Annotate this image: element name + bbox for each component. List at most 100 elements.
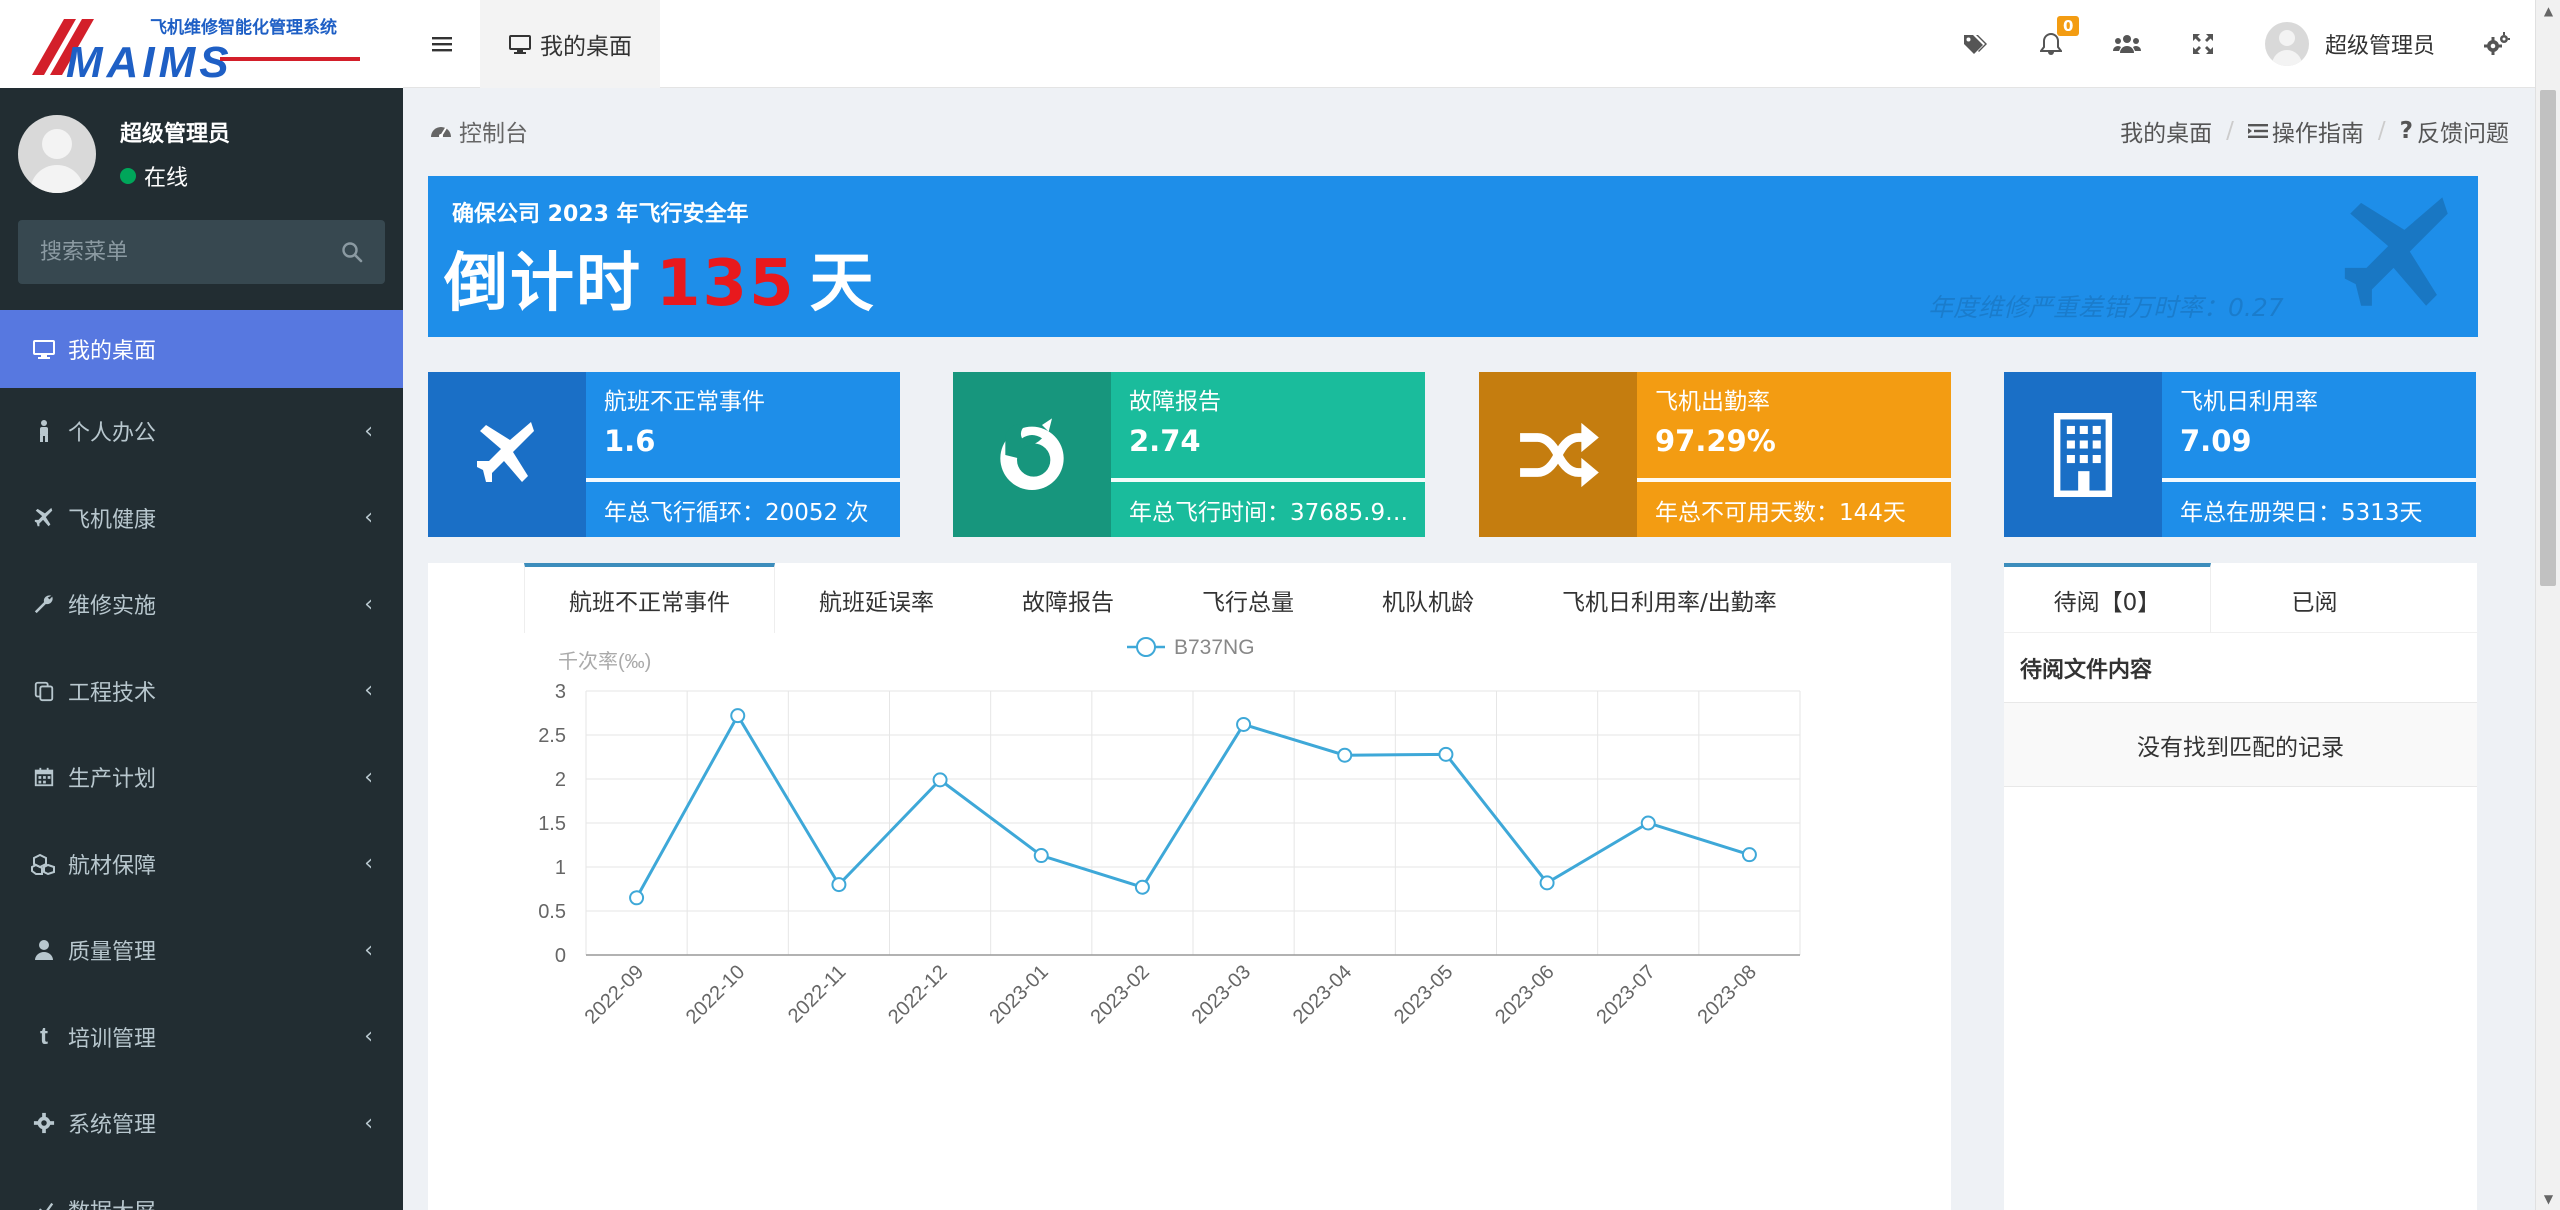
y-tick-label: 1 — [555, 857, 566, 879]
x-tick-label: 2022-11 — [784, 961, 850, 1027]
user-name: 超级管理员 — [120, 122, 231, 147]
user-status-label: 在线 — [144, 166, 189, 191]
breadcrumb-item-desktop[interactable]: 我的桌面 — [2120, 114, 2212, 148]
breadcrumb-item-guide[interactable]: 操作指南 — [2247, 114, 2364, 148]
sidebar-item-label: 航材保障 — [68, 853, 157, 879]
sidebar-item-data-screen[interactable]: 数据大屏 — [0, 1167, 403, 1210]
chevron-left-icon: ‹ — [364, 851, 373, 877]
breadcrumb-separator: / — [2226, 118, 2234, 144]
breadcrumb-item-feedback[interactable]: ? 反馈问题 — [2400, 114, 2509, 148]
breadcrumb: 我的桌面 / 操作指南 / ? 反馈问题 — [2120, 114, 2509, 148]
y-tick-label: 2.5 — [538, 725, 566, 747]
sidebar-item-maintenance[interactable]: 维修实施 ‹ — [0, 561, 403, 648]
person-icon — [30, 417, 58, 445]
countdown-days: 135 — [656, 247, 796, 321]
x-tick-label: 2023-04 — [1289, 961, 1356, 1028]
tags-button[interactable] — [1937, 0, 2013, 88]
hamburger-icon — [431, 36, 452, 51]
x-tick-label: 2022-10 — [682, 961, 749, 1028]
fullscreen-button[interactable] — [2165, 0, 2241, 88]
search-input[interactable] — [40, 239, 320, 265]
sidebar-item-system[interactable]: 系统管理 ‹ — [0, 1080, 403, 1167]
settings-button[interactable] — [2459, 0, 2535, 88]
top-navbar: 我的桌面 0 超级管理员 — [403, 0, 2535, 88]
stat-card-utilization[interactable]: 飞机日利用率 7.09 年总在册架日：5313天 — [2004, 372, 2476, 537]
tab-fleet-age[interactable]: 机队机龄 — [1338, 563, 1518, 633]
tab-utilization-attendance[interactable]: 飞机日利用率/出勤率 — [1518, 563, 1821, 633]
tab-delay-rate[interactable]: 航班延误率 — [775, 563, 978, 633]
sidebar-item-aircraft-health[interactable]: 飞机健康 ‹ — [0, 475, 403, 562]
sidebar-item-label: 维修实施 — [68, 594, 157, 620]
copy-icon — [30, 677, 58, 705]
page-scrollbar[interactable]: ▲ ▼ — [2535, 0, 2560, 1210]
sidebar-item-label: 数据大屏 — [68, 1194, 373, 1210]
tab-read[interactable]: 已阅 — [2211, 563, 2418, 633]
dashboard-icon — [431, 127, 451, 138]
sidebar-item-training[interactable]: t 培训管理 ‹ — [0, 994, 403, 1081]
y-tick-label: 2 — [555, 769, 566, 791]
stat-footer: 年总在册架日：5313天 — [2180, 500, 2423, 526]
safety-banner: 确保公司 2023 年飞行安全年 倒计时 135 天 年度维修严重差错万时率：0.2… — [428, 176, 2478, 337]
chevron-left-icon: ‹ — [364, 764, 373, 790]
page-title-label: 控制台 — [459, 121, 528, 147]
plane-icon — [30, 504, 58, 532]
x-tick-label: 2023-06 — [1491, 961, 1558, 1028]
desktop-icon — [30, 335, 58, 363]
sidebar-item-label: 工程技术 — [68, 680, 157, 706]
tab-unread[interactable]: 待阅【0】 — [2004, 563, 2211, 633]
sidebar-item-engineering[interactable]: 工程技术 ‹ — [0, 648, 403, 735]
x-tick-label: 2022-12 — [884, 961, 951, 1028]
data-point — [1337, 747, 1353, 763]
sidebar-item-personal-office[interactable]: 个人办公 ‹ — [0, 388, 403, 475]
shuffle-icon — [1520, 422, 1599, 487]
top-user-menu[interactable]: 超级管理员 — [2241, 21, 2459, 66]
sidebar-item-desktop[interactable]: 我的桌面 — [0, 310, 403, 388]
tab-my-desktop[interactable]: 我的桌面 — [480, 0, 660, 88]
chart-icon — [30, 1196, 58, 1210]
sidebar-item-label: 个人办公 — [68, 421, 157, 447]
tab-fault-report[interactable]: 故障报告 — [978, 563, 1158, 633]
stat-card-flight-irregular[interactable]: 航班不正常事件 1.6 年总飞行循环：20052 次 — [428, 372, 900, 537]
scroll-down-arrow-icon[interactable]: ▼ — [2536, 1188, 2560, 1210]
stat-value: 1.6 — [604, 424, 656, 458]
users-button[interactable] — [2089, 0, 2165, 88]
scroll-up-arrow-icon[interactable]: ▲ — [2536, 0, 2560, 22]
sidebar-item-label: 我的桌面 — [68, 339, 157, 364]
tab-flight-total[interactable]: 飞行总量 — [1158, 563, 1338, 633]
chevron-left-icon: ‹ — [364, 937, 373, 963]
breadcrumb-guide-label: 操作指南 — [2271, 121, 2364, 147]
plane-icon — [2344, 197, 2448, 306]
cubes-icon — [30, 850, 58, 878]
data-point — [730, 708, 746, 724]
stat-progress-bar — [586, 478, 900, 482]
search-icon[interactable] — [341, 241, 363, 263]
chevron-left-icon: ‹ — [364, 1110, 373, 1136]
stat-progress-bar — [2162, 478, 2476, 482]
data-point — [1640, 815, 1656, 831]
data-point — [932, 772, 948, 788]
notifications-button[interactable]: 0 — [2013, 0, 2089, 88]
gears-icon — [2484, 31, 2510, 55]
stat-title: 航班不正常事件 — [604, 389, 765, 415]
stat-icon-box — [2004, 372, 2162, 537]
legend-marker — [1136, 637, 1156, 657]
data-point — [1236, 716, 1252, 732]
sidebar-item-quality[interactable]: 质量管理 ‹ — [0, 907, 403, 994]
stat-footer: 年总飞行循环：20052 次 — [604, 500, 869, 526]
stat-card-fault-report[interactable]: 故障报告 2.74 年总飞行时间：37685.9 小时 — [953, 372, 1425, 537]
data-point — [1438, 746, 1454, 762]
sidebar-item-production-plan[interactable]: 生产计划 ‹ — [0, 734, 403, 821]
sidebar-toggle-button[interactable] — [403, 0, 480, 88]
sidebar-item-materials[interactable]: 航材保障 ‹ — [0, 821, 403, 908]
logo[interactable]: 飞机维修智能化管理系统 MAIMS — [0, 0, 403, 88]
wrench-icon — [30, 590, 58, 618]
chevron-left-icon: ‹ — [364, 418, 373, 444]
scroll-thumb[interactable] — [2540, 90, 2556, 586]
banner-subtitle: 确保公司 2023 年飞行安全年 — [452, 202, 749, 227]
avatar[interactable] — [18, 115, 96, 193]
banner-faint-text: 年度维修严重差错万时率：0.27 — [1928, 293, 2284, 322]
y-tick-label: 0.5 — [538, 901, 566, 923]
x-tick-label: 2023-07 — [1592, 961, 1659, 1028]
stat-card-attendance[interactable]: 飞机出勤率 97.29% 年总不可用天数：144天 — [1479, 372, 1951, 537]
tab-flight-irregular[interactable]: 航班不正常事件 — [524, 563, 775, 633]
